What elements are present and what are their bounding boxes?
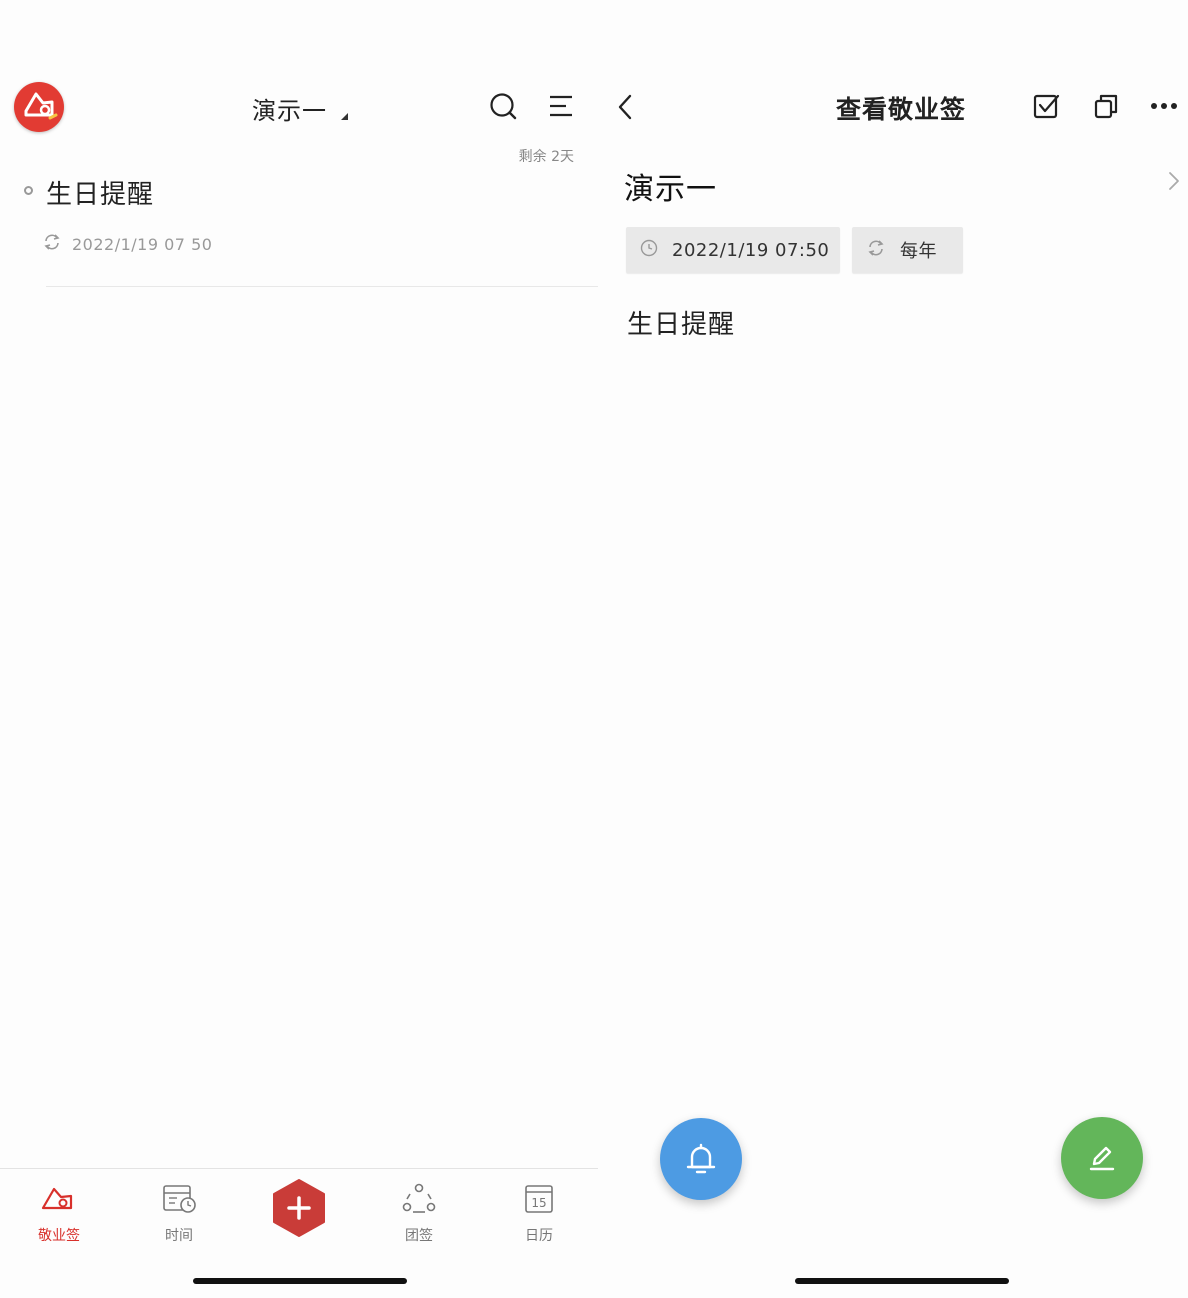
- item-time-row: 2022/1/19 07 50: [42, 232, 212, 256]
- page-title: 查看敬业签: [836, 95, 967, 124]
- more-icon[interactable]: [1148, 90, 1180, 122]
- dropdown-caret-icon[interactable]: [341, 113, 348, 120]
- bullet-dot-icon: [24, 186, 33, 195]
- note-list-screen: 演示一 剩余 2天 生日提醒 2022/1/19 07 50 敬业签 时间 团签…: [0, 0, 598, 1298]
- bell-icon: [686, 1143, 716, 1174]
- notebook-name[interactable]: 演示一: [624, 164, 717, 208]
- remaining-days: 剩余 2天: [518, 149, 574, 165]
- tab-label: 日历: [525, 1228, 553, 1244]
- search-icon[interactable]: [486, 89, 520, 123]
- reminder-button[interactable]: [660, 1118, 742, 1200]
- notebook-title[interactable]: 演示一: [252, 91, 327, 126]
- tab-time[interactable]: 时间: [139, 1179, 219, 1255]
- clock-icon: [640, 239, 658, 261]
- edit-button[interactable]: [1061, 1117, 1143, 1199]
- calendar-icon: 15: [519, 1179, 559, 1219]
- app-logo[interactable]: [14, 82, 64, 132]
- list-item[interactable]: 生日提醒 2022/1/19 07 50: [0, 165, 598, 287]
- item-title: 生日提醒: [46, 180, 155, 210]
- calendar-day: 15: [531, 1196, 546, 1210]
- list-menu-icon[interactable]: [544, 89, 578, 123]
- home-indicator[interactable]: [193, 1278, 407, 1284]
- item-datetime: 2022/1/19 07 50: [72, 234, 213, 254]
- tab-label: 敬业签: [38, 1228, 80, 1244]
- pencil-icon: [1089, 1146, 1115, 1171]
- repeat-icon: [42, 232, 62, 256]
- add-note-button[interactable]: [271, 1178, 327, 1238]
- home-icon: [39, 1179, 79, 1219]
- time-icon: [159, 1179, 199, 1219]
- tab-label: 时间: [165, 1228, 193, 1244]
- divider: [46, 286, 598, 287]
- copy-icon[interactable]: [1090, 90, 1122, 122]
- home-indicator[interactable]: [795, 1278, 1009, 1284]
- note-content: 生日提醒: [627, 310, 736, 340]
- repeat-chip[interactable]: 每年: [852, 227, 963, 273]
- back-icon[interactable]: [610, 90, 640, 124]
- reminder-datetime: 2022/1/19 07:50: [672, 239, 830, 261]
- repeat-icon: [866, 238, 886, 262]
- tab-calendar[interactable]: 15 日历: [499, 1179, 579, 1255]
- reminder-datetime-chip[interactable]: 2022/1/19 07:50: [626, 227, 840, 273]
- repeat-value: 每年: [900, 241, 937, 262]
- tab-label: 团签: [405, 1228, 433, 1244]
- note-detail-screen: 查看敬业签 演示一 2022/1/19 07:50 每年 生日提醒: [598, 0, 1188, 1298]
- team-icon: [399, 1179, 439, 1219]
- tab-team[interactable]: 团签: [379, 1179, 459, 1255]
- tab-home[interactable]: 敬业签: [19, 1179, 99, 1255]
- check-square-icon[interactable]: [1030, 90, 1062, 122]
- chevron-right-icon[interactable]: [1164, 168, 1184, 194]
